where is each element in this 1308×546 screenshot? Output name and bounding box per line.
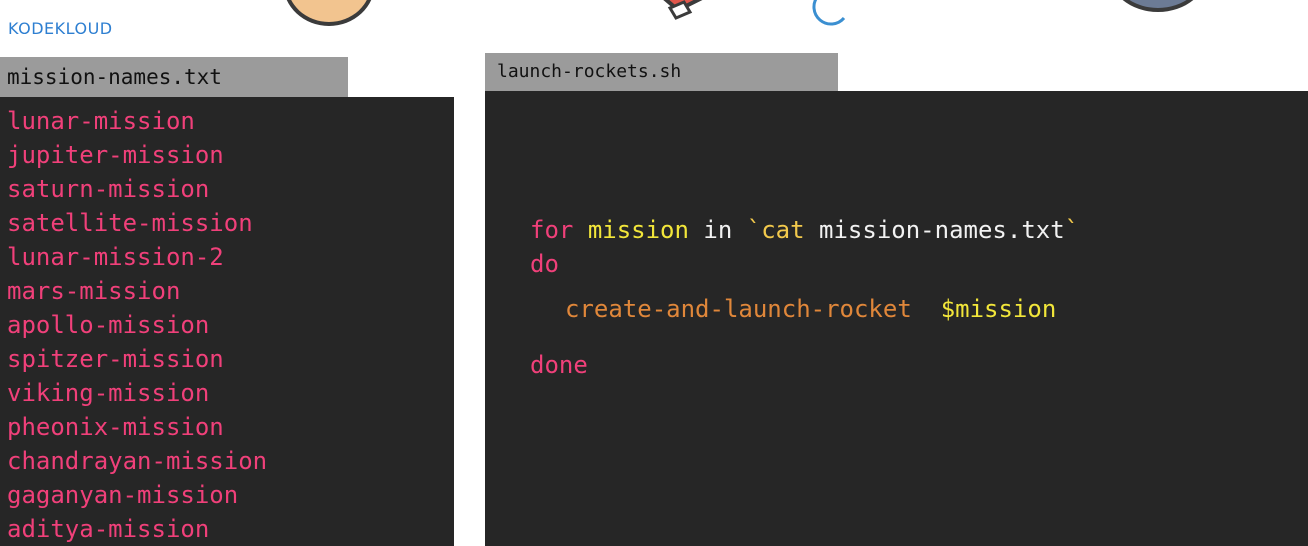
list-item: lunar-mission-2	[7, 243, 224, 271]
code-filename: mission-names.txt	[819, 216, 1065, 244]
code-line-done: done	[530, 348, 588, 382]
keyword-in: in	[703, 216, 733, 244]
list-item: spitzer-mission	[7, 345, 224, 373]
code-line-command: create-and-launch-rocket $mission	[565, 292, 1056, 326]
keyword-done: done	[530, 351, 588, 379]
backtick-close: `	[1064, 216, 1080, 244]
list-item: lunar-mission	[7, 107, 195, 135]
list-item: saturn-mission	[7, 175, 210, 203]
slide: KODEKLOUD mission-names.txt lunar-missio…	[0, 0, 1308, 546]
list-item: viking-mission	[7, 379, 210, 407]
brand-logo: KODEKLOUD	[8, 19, 113, 38]
list-item: chandrayan-mission	[7, 447, 268, 475]
rocket-icon	[663, 0, 703, 20]
list-item: pheonix-mission	[7, 413, 224, 441]
list-item: apollo-mission	[7, 311, 210, 339]
mission-names-editor: lunar-mission jupiter-mission saturn-mis…	[0, 97, 454, 546]
planet-icon	[1108, 0, 1208, 12]
list-item: satellite-mission	[7, 209, 253, 237]
loop-variable: mission	[587, 216, 689, 244]
planet-icon	[283, 0, 375, 26]
keyword-do: do	[530, 250, 559, 278]
list-item: mars-mission	[7, 277, 181, 305]
code-line-for: for mission in `cat mission-names.txt`	[530, 213, 1079, 247]
tab-mission-names[interactable]: mission-names.txt	[0, 57, 348, 97]
command-argument: $mission	[940, 295, 1057, 323]
keyword-for: for	[530, 216, 574, 244]
list-item: gaganyan-mission	[7, 481, 239, 509]
tab-launch-rockets[interactable]: launch-rockets.sh	[485, 53, 838, 91]
command-name: create-and-launch-rocket	[565, 295, 912, 323]
backtick-cat: `cat	[746, 216, 805, 244]
mission-list: lunar-mission jupiter-mission saturn-mis…	[0, 97, 454, 546]
list-item: aditya-mission	[7, 515, 210, 543]
code-line-do: do	[530, 247, 559, 281]
list-item: jupiter-mission	[7, 141, 224, 169]
moon-icon	[812, 0, 846, 26]
